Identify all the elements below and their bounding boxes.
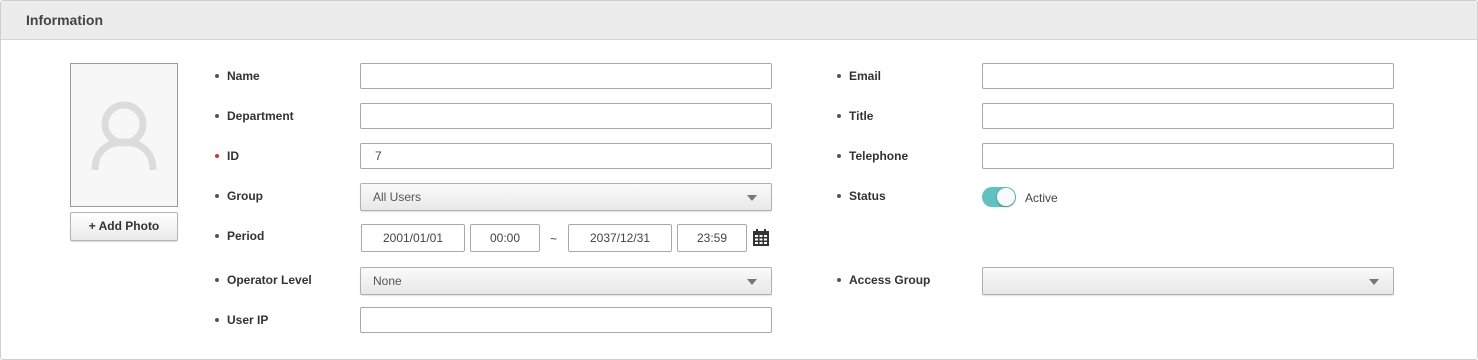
- panel-title: Information: [26, 12, 103, 28]
- bullet-icon: [837, 74, 841, 78]
- access-group-label: Access Group: [849, 273, 931, 287]
- name-label: Name: [227, 69, 260, 83]
- period-end-date[interactable]: 2037/12/31: [568, 224, 672, 252]
- bullet-icon: [215, 194, 219, 198]
- access-group-select[interactable]: [982, 267, 1394, 295]
- chevron-down-icon: [747, 279, 757, 285]
- title-label: Title: [849, 109, 874, 123]
- period-label: Period: [227, 229, 265, 243]
- period-end-time[interactable]: 23:59: [677, 224, 747, 252]
- email-input[interactable]: [982, 63, 1394, 89]
- required-bullet-icon: [215, 154, 219, 158]
- period-separator: ~: [550, 232, 558, 246]
- bullet-icon: [215, 278, 219, 282]
- status-toggle[interactable]: [982, 187, 1016, 207]
- telephone-label: Telephone: [849, 149, 909, 163]
- id-label: ID: [227, 149, 239, 163]
- information-panel: Information: [0, 0, 1478, 360]
- bullet-icon: [837, 194, 841, 198]
- user-ip-input[interactable]: [360, 307, 772, 333]
- department-input[interactable]: [360, 103, 772, 129]
- bullet-icon: [215, 74, 219, 78]
- email-label: Email: [849, 69, 882, 83]
- add-photo-button[interactable]: + Add Photo: [70, 212, 178, 241]
- operator-level-label: Operator Level: [227, 273, 312, 287]
- toggle-knob: [997, 188, 1015, 206]
- bullet-icon: [837, 278, 841, 282]
- user-avatar-icon: [91, 101, 157, 171]
- chevron-down-icon: [1369, 279, 1379, 285]
- bullet-icon: [215, 318, 219, 322]
- title-input[interactable]: [982, 103, 1394, 129]
- name-input[interactable]: [360, 63, 772, 89]
- status-label: Status: [849, 189, 886, 203]
- chevron-down-icon: [747, 195, 757, 201]
- user-ip-label: User IP: [227, 313, 269, 327]
- calendar-icon[interactable]: [753, 229, 769, 246]
- period-start-date[interactable]: 2001/01/01: [361, 224, 465, 252]
- bullet-icon: [837, 154, 841, 158]
- department-label: Department: [227, 109, 294, 123]
- period-start-time[interactable]: 00:00: [470, 224, 540, 252]
- telephone-input[interactable]: [982, 143, 1394, 169]
- status-value: Active: [1025, 191, 1058, 205]
- operator-level-select[interactable]: None: [360, 267, 772, 295]
- bullet-icon: [837, 114, 841, 118]
- bullet-icon: [215, 234, 219, 238]
- group-select[interactable]: All Users: [360, 183, 772, 211]
- operator-level-select-value: None: [373, 274, 402, 288]
- group-label: Group: [227, 189, 263, 203]
- id-input[interactable]: [360, 143, 772, 169]
- group-select-value: All Users: [373, 190, 422, 204]
- bullet-icon: [215, 114, 219, 118]
- photo-placeholder: [70, 63, 178, 207]
- panel-header: Information: [1, 1, 1477, 40]
